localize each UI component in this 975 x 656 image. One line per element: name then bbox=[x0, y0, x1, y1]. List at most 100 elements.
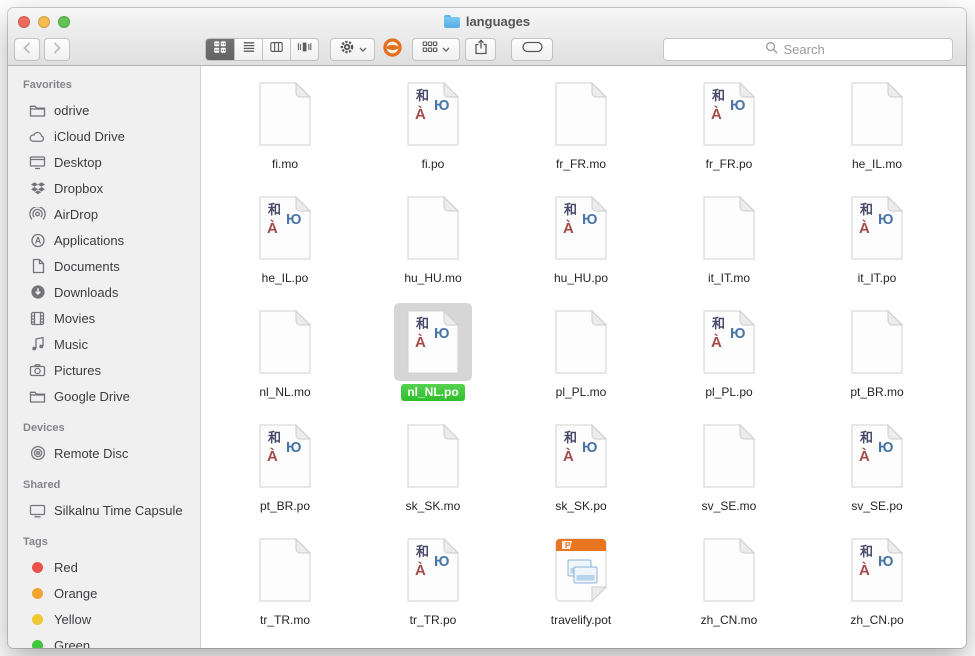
file-item-nl_NL.po[interactable]: 和 Ю À nl_NL.po bbox=[359, 302, 507, 416]
file-item-fi.mo[interactable]: fi.mo bbox=[211, 74, 359, 188]
sidebar-item-green[interactable]: Green bbox=[8, 632, 200, 648]
search-field[interactable] bbox=[663, 38, 953, 61]
column-view-button[interactable] bbox=[262, 39, 290, 60]
sidebar-item-movies[interactable]: Movies bbox=[8, 305, 200, 331]
action-menu-button[interactable] bbox=[330, 38, 375, 61]
forward-button[interactable] bbox=[44, 38, 70, 61]
po-document-icon: 和 Ю À bbox=[407, 310, 459, 374]
mo-document-icon bbox=[703, 538, 755, 602]
file-item-pt_BR.po[interactable]: 和 Ю À pt_BR.po bbox=[211, 416, 359, 530]
sidebar-item-google-drive[interactable]: Google Drive bbox=[8, 383, 200, 409]
file-item-it_IT.mo[interactable]: it_IT.mo bbox=[655, 188, 803, 302]
file-item-nl_NL.mo[interactable]: nl_NL.mo bbox=[211, 302, 359, 416]
applications-icon: A bbox=[29, 232, 46, 249]
sidebar-item-applications[interactable]: A Applications bbox=[8, 227, 200, 253]
file-name-label: it_IT.po bbox=[852, 270, 903, 287]
titlebar: languages bbox=[8, 8, 966, 66]
cjk-glyph: 和 bbox=[564, 431, 577, 444]
sidebar-item-pictures[interactable]: Pictures bbox=[8, 357, 200, 383]
chevron-down-icon bbox=[442, 47, 450, 53]
po-document-icon: 和 Ю À bbox=[703, 310, 755, 374]
file-name-label: fi.po bbox=[416, 156, 451, 173]
back-button[interactable] bbox=[14, 38, 40, 61]
file-item-sk_SK.po[interactable]: 和 Ю À sk_SK.po bbox=[507, 416, 655, 530]
sidebar-item-music[interactable]: Music bbox=[8, 331, 200, 357]
latin-glyph: À bbox=[415, 335, 426, 350]
file-item-hu_HU.mo[interactable]: hu_HU.mo bbox=[359, 188, 507, 302]
sidebar-item-label: Movies bbox=[54, 311, 95, 326]
file-item-tr_TR.mo[interactable]: tr_TR.mo bbox=[211, 530, 359, 644]
share-button[interactable] bbox=[465, 38, 496, 61]
coverflow-view-button[interactable] bbox=[290, 39, 318, 60]
file-item-hu_HU.po[interactable]: 和 Ю À hu_HU.po bbox=[507, 188, 655, 302]
mo-document-icon bbox=[407, 196, 459, 260]
sidebar-item-documents[interactable]: Documents bbox=[8, 253, 200, 279]
file-item-pl_PL.mo[interactable]: pl_PL.mo bbox=[507, 302, 655, 416]
list-view-button[interactable] bbox=[234, 39, 262, 60]
file-name-label: sk_SK.mo bbox=[400, 498, 467, 515]
sidebar-item-label: iCloud Drive bbox=[54, 129, 125, 144]
file-item-tr_TR.po[interactable]: 和 Ю À tr_TR.po bbox=[359, 530, 507, 644]
tags-button[interactable] bbox=[511, 38, 553, 61]
file-item-he_IL.mo[interactable]: he_IL.mo bbox=[803, 74, 951, 188]
sidebar-item-icloud-drive[interactable]: iCloud Drive bbox=[8, 123, 200, 149]
cjk-glyph: 和 bbox=[268, 203, 281, 216]
file-item-zh_CN.po[interactable]: 和 Ю À zh_CN.po bbox=[803, 530, 951, 644]
blue-folder-icon bbox=[444, 15, 460, 28]
sidebar-item-red[interactable]: Red bbox=[8, 554, 200, 580]
file-name-label: sv_SE.po bbox=[845, 498, 908, 515]
file-name-label: pt_BR.po bbox=[254, 498, 316, 515]
sidebar-item-downloads[interactable]: Downloads bbox=[8, 279, 200, 305]
cjk-glyph: 和 bbox=[564, 203, 577, 216]
file-item-sk_SK.mo[interactable]: sk_SK.mo bbox=[359, 416, 507, 530]
mo-document-icon bbox=[259, 538, 311, 602]
cyrillic-glyph: Ю bbox=[582, 212, 597, 227]
sidebar-item-remote-disc[interactable]: Remote Disc bbox=[8, 440, 200, 466]
po-document-icon: 和 Ю À bbox=[851, 196, 903, 260]
file-item-it_IT.po[interactable]: 和 Ю À it_IT.po bbox=[803, 188, 951, 302]
sidebar-item-yellow[interactable]: Yellow bbox=[8, 606, 200, 632]
search-input[interactable] bbox=[782, 41, 852, 58]
sidebar-item-desktop[interactable]: Desktop bbox=[8, 149, 200, 175]
sidebar-item-airdrop[interactable]: AirDrop bbox=[8, 201, 200, 227]
po-document-icon: 和 Ю À bbox=[259, 196, 311, 260]
file-item-pt_BR.mo[interactable]: pt_BR.mo bbox=[803, 302, 951, 416]
file-item-he_IL.po[interactable]: 和 Ю À he_IL.po bbox=[211, 188, 359, 302]
file-item-fi.po[interactable]: 和 Ю À fi.po bbox=[359, 74, 507, 188]
file-item-travelify.pot[interactable]: P travelify.pot bbox=[507, 530, 655, 644]
file-item-fr_FR.po[interactable]: 和 Ю À fr_FR.po bbox=[655, 74, 803, 188]
sidebar-item-orange[interactable]: Orange bbox=[8, 580, 200, 606]
folder-icon bbox=[29, 388, 46, 405]
sidebar-section-title: Devices bbox=[8, 421, 200, 436]
cjk-glyph: 和 bbox=[416, 89, 429, 102]
file-item-pl_PL.po[interactable]: 和 Ю À pl_PL.po bbox=[655, 302, 803, 416]
file-name-label: tr_TR.mo bbox=[254, 612, 316, 629]
sidebar-item-label: Applications bbox=[54, 233, 124, 248]
mo-document-icon bbox=[555, 82, 607, 146]
sidebar-item-label: Pictures bbox=[54, 363, 101, 378]
file-name-label: sv_SE.mo bbox=[696, 498, 763, 515]
latin-glyph: À bbox=[859, 449, 870, 464]
file-icon: 和 Ю À bbox=[542, 417, 620, 495]
file-name-label: nl_NL.mo bbox=[253, 384, 316, 401]
icon-view-button[interactable] bbox=[206, 39, 234, 60]
cjk-glyph: 和 bbox=[416, 545, 429, 558]
latin-glyph: À bbox=[859, 563, 870, 578]
file-item-zh_CN.mo[interactable]: zh_CN.mo bbox=[655, 530, 803, 644]
sidebar-item-odrive[interactable]: odrive bbox=[8, 97, 200, 123]
arrange-menu-button[interactable] bbox=[412, 38, 460, 61]
file-name-label: sk_SK.po bbox=[549, 498, 612, 515]
column-view-icon bbox=[269, 40, 284, 59]
file-icon: 和 Ю À bbox=[394, 303, 472, 381]
file-icon bbox=[690, 417, 768, 495]
sidebar-section-title: Tags bbox=[8, 535, 200, 550]
file-item-sv_SE.mo[interactable]: sv_SE.mo bbox=[655, 416, 803, 530]
file-name-label: he_IL.po bbox=[256, 270, 315, 287]
file-item-sv_SE.po[interactable]: 和 Ю À sv_SE.po bbox=[803, 416, 951, 530]
odrive-toolbar-button[interactable] bbox=[380, 39, 404, 61]
latin-glyph: À bbox=[859, 221, 870, 236]
file-item-fr_FR.mo[interactable]: fr_FR.mo bbox=[507, 74, 655, 188]
pot-document-icon: P bbox=[555, 538, 607, 602]
sidebar-item-silkalnu-time-capsule[interactable]: Silkalnu Time Capsule bbox=[8, 497, 200, 523]
sidebar-item-dropbox[interactable]: Dropbox bbox=[8, 175, 200, 201]
